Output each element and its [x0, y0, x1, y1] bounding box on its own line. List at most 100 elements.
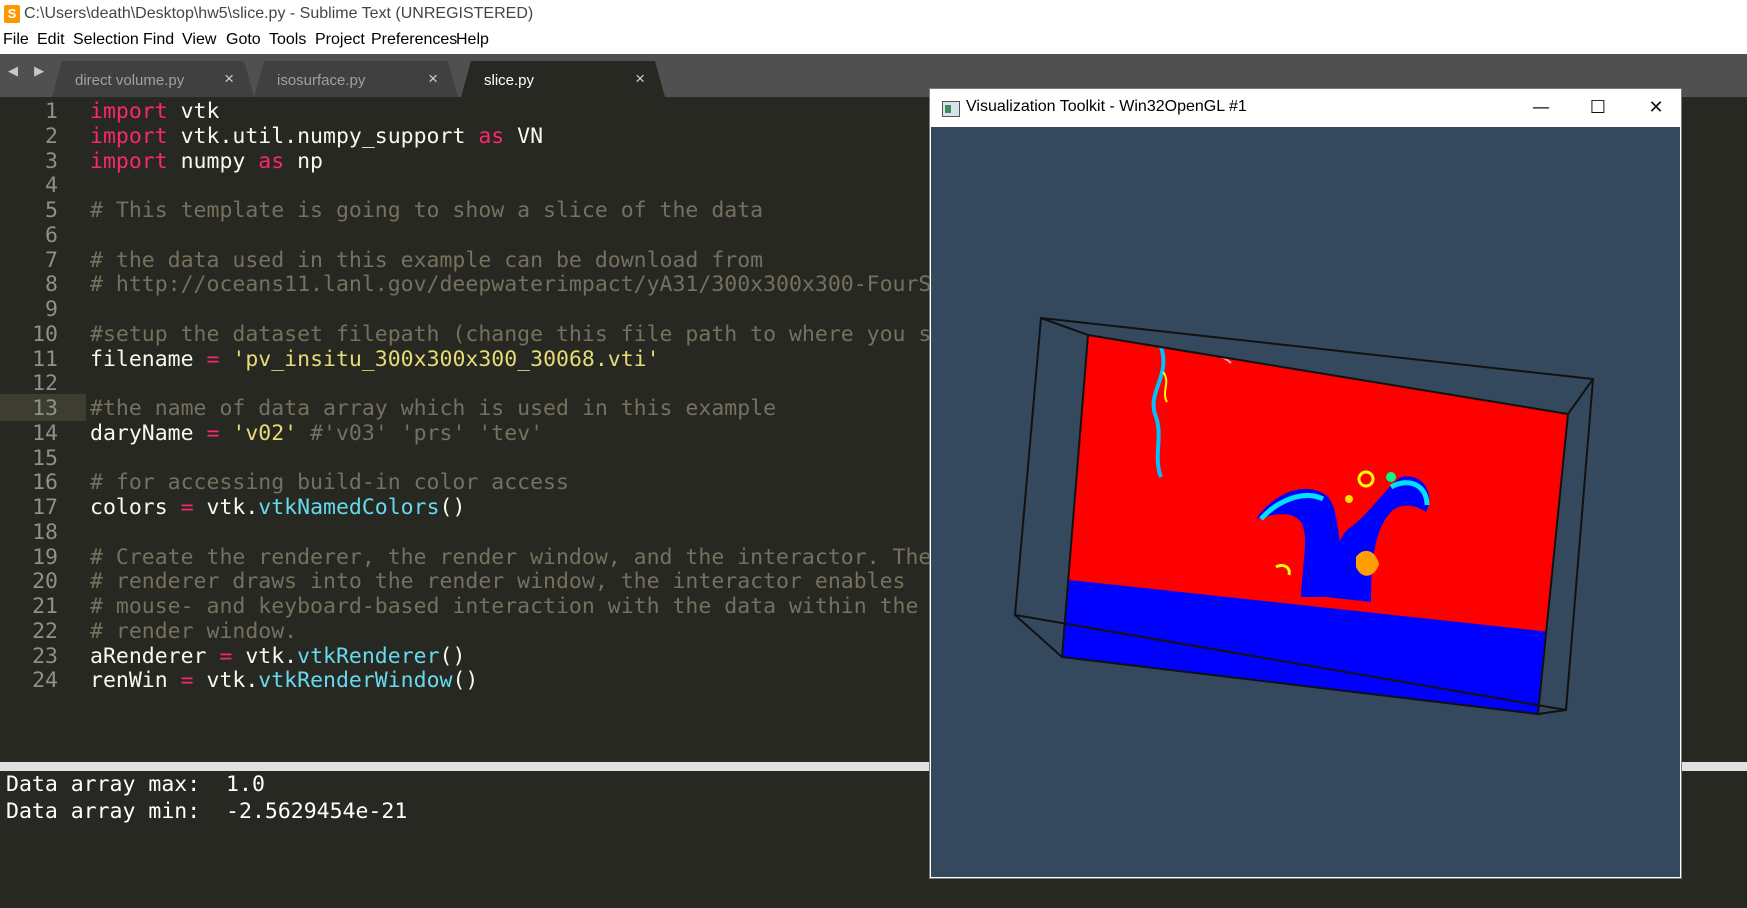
vtk-window-title: Visualization Toolkit - Win32OpenGL #1: [966, 98, 1247, 115]
menu-preferences[interactable]: Preferences: [371, 31, 457, 49]
code-text: # mouse- and keyboard-based interaction …: [90, 594, 918, 619]
code-token: import: [90, 123, 168, 149]
close-icon[interactable]: ×: [428, 69, 438, 89]
menu-goto[interactable]: Goto: [226, 31, 261, 49]
window-title: C:\Users\death\Desktop\hw5\slice.py - Su…: [24, 5, 534, 22]
tab-label: direct volume.py: [75, 72, 185, 89]
code-text: #the name of data array which is used in…: [90, 396, 776, 421]
render-view[interactable]: [931, 127, 1680, 877]
code-token: #setup the dataset filepath (change this…: [90, 321, 932, 347]
code-token: =: [180, 668, 194, 694]
code-token: numpy: [167, 148, 259, 174]
line-number: 2: [45, 123, 58, 149]
menu-find[interactable]: Find: [143, 31, 174, 49]
code-token: #'v03' 'prs' 'tev': [310, 420, 544, 446]
line-number: 24: [32, 668, 58, 694]
close-icon[interactable]: ×: [224, 69, 234, 89]
code-token: # for accessing build-in color access: [90, 470, 569, 496]
code-text: aRenderer = vtk.vtkRenderer(): [90, 644, 465, 669]
line-number: 9: [45, 297, 58, 322]
line-number: 21: [32, 594, 58, 619]
code-token: import: [90, 148, 168, 174]
line-number: 6: [45, 222, 58, 248]
code-token: 'pv_insitu_300x300x300_30068.vti': [232, 346, 660, 372]
slice-render: [1013, 316, 1595, 716]
code-token: daryName: [90, 420, 207, 446]
code-text: # Create the renderer, the render window…: [90, 545, 931, 570]
vtk-render-window[interactable]: Visualization Toolkit - Win32OpenGL #1 —…: [930, 89, 1681, 878]
code-token: vtk.: [232, 643, 298, 669]
tab-label: slice.py: [484, 72, 535, 89]
code-token: as: [258, 148, 285, 174]
tab-nav-arrows-icon[interactable]: ◀ ▶: [8, 64, 50, 79]
code-token: vtkRenderWindow: [258, 668, 453, 694]
code-text: renWin = vtk.vtkRenderWindow(): [90, 668, 478, 693]
line-number: 1: [45, 99, 58, 124]
line-number: 11: [32, 346, 58, 372]
line-number: 17: [32, 495, 58, 520]
window-titlebar: S C:\Users\death\Desktop\hw5\slice.py - …: [0, 0, 1747, 29]
code-token: vtk: [167, 99, 220, 124]
close-icon[interactable]: ✕: [1633, 93, 1679, 123]
vtk-app-icon: [942, 101, 960, 117]
minimize-icon[interactable]: —: [1518, 93, 1564, 123]
line-number: 22: [32, 618, 58, 644]
tab-direct-volume[interactable]: direct volume.py ×: [52, 61, 254, 97]
menu-selection[interactable]: Selection: [73, 31, 139, 49]
line-number: 18: [32, 519, 58, 545]
code-token: # the data used in this example can be d…: [90, 247, 764, 273]
line-number: 23: [32, 643, 58, 669]
console-line: Data array max: 1.0: [6, 772, 265, 797]
code-text: # renderer draws into the render window,…: [90, 569, 905, 594]
code-token: as: [478, 123, 505, 149]
code-text: import vtk: [90, 99, 219, 124]
line-number: 12: [32, 371, 58, 397]
menu-view[interactable]: View: [182, 31, 216, 49]
code-token: 'v02': [232, 420, 298, 446]
maximize-icon[interactable]: ☐: [1575, 93, 1621, 123]
code-token: =: [180, 495, 194, 520]
line-number: 16: [32, 470, 58, 496]
code-token: (): [439, 495, 466, 520]
line-number: 10: [32, 321, 58, 347]
code-token: # Create the renderer, the render window…: [90, 544, 932, 570]
code-text: import vtk.util.numpy_support as VN: [90, 124, 543, 149]
code-token: renWin: [90, 668, 181, 694]
menu-edit[interactable]: Edit: [37, 31, 65, 49]
code-token: (): [439, 643, 466, 669]
close-icon[interactable]: ×: [635, 69, 645, 89]
code-token: (): [452, 668, 479, 694]
code-text: # This template is going to show a slice…: [90, 198, 763, 223]
code-token: # http://oceans11.lanl.gov/deepwaterimpa…: [90, 272, 932, 298]
menu-file[interactable]: File: [3, 31, 29, 49]
menu-bar: File Edit Selection Find View Goto Tools…: [0, 29, 1747, 54]
code-token: vtk.: [193, 495, 259, 520]
code-text: # the data used in this example can be d…: [90, 248, 763, 273]
code-token: filename: [90, 346, 207, 372]
code-token: vtkRenderer: [297, 643, 440, 669]
code-token: vtkNamedColors: [258, 495, 440, 520]
code-token: VN: [504, 123, 544, 149]
line-number: 15: [32, 445, 58, 471]
tab-label: isosurface.py: [277, 72, 366, 89]
menu-help[interactable]: Help: [456, 31, 489, 49]
line-number: 3: [45, 148, 58, 174]
menu-project[interactable]: Project: [315, 31, 365, 49]
vtk-titlebar[interactable]: Visualization Toolkit - Win32OpenGL #1 —…: [930, 89, 1681, 127]
menu-tools[interactable]: Tools: [269, 31, 306, 49]
code-text: #setup the dataset filepath (change this…: [90, 322, 931, 347]
code-token: colors: [90, 495, 181, 520]
code-token: aRenderer: [90, 643, 220, 669]
code-token: # mouse- and keyboard-based interaction …: [90, 594, 919, 619]
tab-isosurface[interactable]: isosurface.py ×: [254, 61, 458, 97]
code-text: colors = vtk.vtkNamedColors(): [90, 495, 465, 520]
code-text: import numpy as np: [90, 149, 323, 174]
tab-slice[interactable]: slice.py ×: [461, 61, 665, 97]
line-number: 8: [45, 272, 58, 298]
code-text: # render window.: [90, 619, 297, 644]
line-number: 14: [32, 420, 58, 446]
code-text: # for accessing build-in color access: [90, 470, 569, 495]
